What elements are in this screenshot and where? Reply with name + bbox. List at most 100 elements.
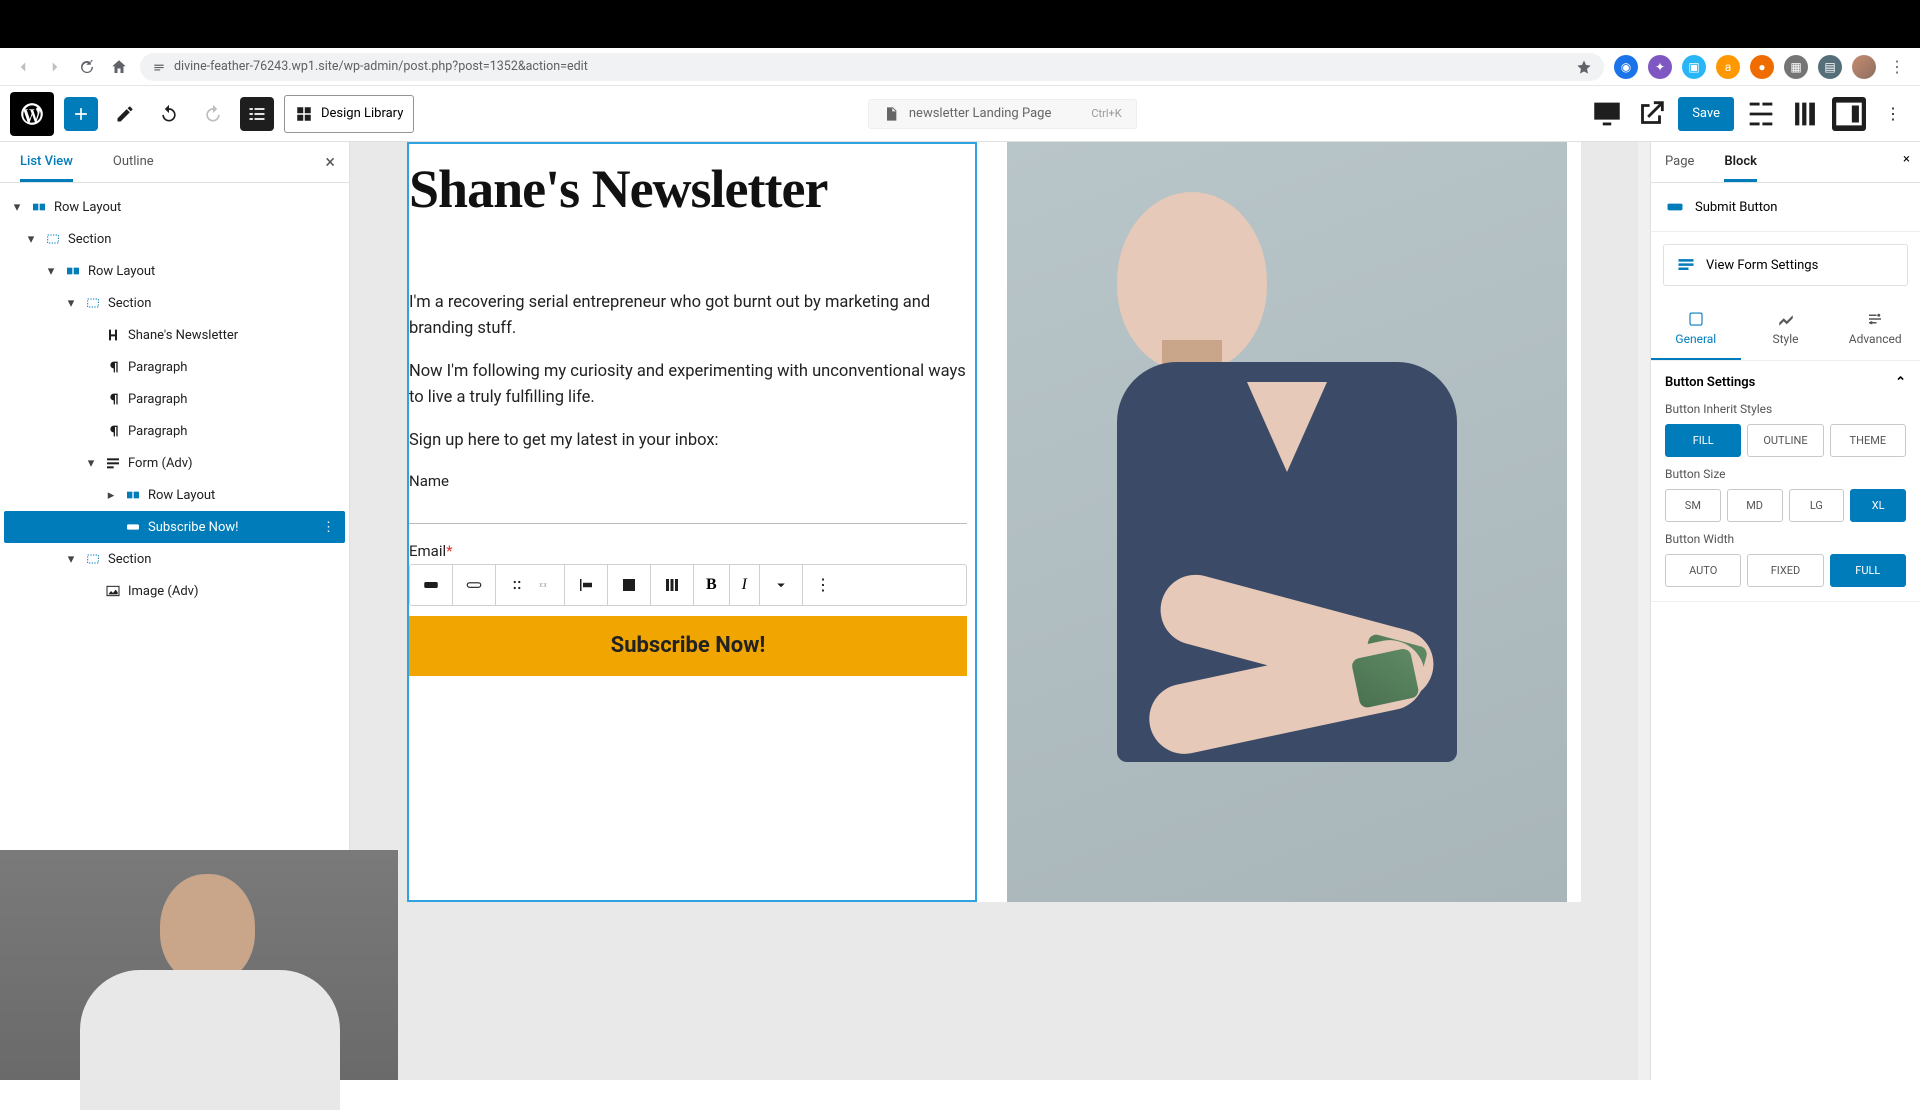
inherit-theme[interactable]: THEME [1830, 424, 1906, 457]
mode-style[interactable]: Style [1741, 298, 1831, 360]
forward-icon[interactable] [44, 56, 66, 78]
tree-item[interactable]: ▸ Row Layout [4, 479, 345, 511]
tree-item[interactable]: Paragraph [4, 415, 345, 447]
tree-item[interactable]: ▾Row Layout [4, 255, 345, 287]
tab-list-view[interactable]: List View [20, 154, 73, 182]
sidebar-toggle-button[interactable] [1832, 97, 1866, 131]
reload-icon[interactable] [76, 56, 98, 78]
tree-chevron-icon[interactable]: ▾ [64, 296, 78, 311]
tree-item[interactable]: Subscribe Now!⋮ [4, 511, 345, 543]
page-heading[interactable]: Shane's Newsletter [409, 158, 967, 220]
tree-item[interactable]: Paragraph [4, 383, 345, 415]
design-library-button[interactable]: Design Library [284, 95, 414, 133]
paragraph-1[interactable]: I'm a recovering serial entrepreneur who… [409, 290, 967, 341]
tree-chevron-icon[interactable]: ▾ [10, 200, 24, 215]
tree-item-options-icon[interactable]: ⋮ [322, 520, 335, 535]
block-toolbar: B I ⋮ [409, 564, 967, 606]
desktop-preview-icon[interactable] [1590, 97, 1624, 131]
tool-width-icon[interactable] [651, 565, 694, 605]
paragraph-3[interactable]: Sign up here to get my latest in your in… [409, 428, 967, 454]
tree-item[interactable]: ▾Section [4, 543, 345, 575]
add-block-button[interactable] [64, 97, 98, 131]
name-label[interactable]: Name [409, 472, 967, 490]
redo-button[interactable] [196, 97, 230, 131]
tab-block[interactable]: Block [1724, 154, 1757, 182]
tool-bold-icon[interactable]: B [694, 565, 730, 605]
tree-chevron-icon[interactable]: ▸ [104, 488, 118, 503]
extension-icon[interactable]: ▦ [1784, 55, 1808, 79]
tree-item[interactable]: ▾Row Layout [4, 191, 345, 223]
paragraph-2[interactable]: Now I'm following my curiosity and exper… [409, 359, 967, 410]
listview-button[interactable] [240, 97, 274, 131]
tool-image-icon[interactable] [608, 565, 651, 605]
profile-avatar[interactable] [1852, 55, 1876, 79]
editor-canvas[interactable]: Shane's Newsletter I'm a recovering seri… [350, 142, 1638, 1080]
canvas-scrollbar[interactable] [1638, 142, 1650, 1080]
tree-item[interactable]: ▾Section [4, 223, 345, 255]
tree-item[interactable]: Shane's Newsletter [4, 319, 345, 351]
subscribe-button[interactable]: Subscribe Now! [409, 616, 967, 676]
save-button[interactable]: Save [1678, 97, 1734, 131]
tool-more-icon[interactable]: ⋮ [803, 565, 843, 605]
back-icon[interactable] [12, 56, 34, 78]
name-input[interactable] [409, 494, 967, 524]
tree-item[interactable]: Image (Adv) [4, 575, 345, 607]
view-form-settings-button[interactable]: View Form Settings [1663, 244, 1908, 286]
size-xl[interactable]: XL [1850, 489, 1906, 522]
tree-chevron-icon[interactable]: ▾ [84, 456, 98, 471]
mode-general[interactable]: General [1651, 298, 1741, 360]
button-settings-header[interactable]: Button Settings ⌃ [1665, 375, 1906, 390]
tab-page[interactable]: Page [1665, 154, 1694, 182]
inherit-fill[interactable]: FILL [1665, 424, 1741, 457]
close-panel-icon[interactable]: × [325, 152, 335, 173]
url-text: divine-feather-76243.wp1.site/wp-admin/p… [174, 59, 588, 74]
tree-block-icon [44, 230, 62, 248]
tree-item[interactable]: ▾Form (Adv) [4, 447, 345, 479]
content-right-column[interactable] [1007, 142, 1581, 902]
inherit-label: Button Inherit Styles [1665, 402, 1906, 416]
kadence-settings-icon[interactable] [1744, 97, 1778, 131]
tool-align-icon[interactable] [565, 565, 608, 605]
browser-menu-icon[interactable]: ⋮ [1886, 56, 1908, 78]
wp-logo-icon[interactable] [10, 92, 54, 136]
tool-move-controls[interactable] [496, 565, 565, 605]
tree-chevron-icon[interactable]: ▾ [64, 552, 78, 567]
tool-parent-icon[interactable] [453, 565, 496, 605]
tree-label: Row Layout [148, 488, 215, 503]
tree-item[interactable]: Paragraph [4, 351, 345, 383]
tool-chevron-down-icon[interactable] [760, 565, 803, 605]
content-left-column[interactable]: Shane's Newsletter I'm a recovering seri… [407, 142, 977, 902]
tree-chevron-icon[interactable]: ▾ [24, 232, 38, 247]
extension-icon[interactable]: ● [1750, 55, 1774, 79]
edit-tool-icon[interactable] [108, 97, 142, 131]
tree-chevron-icon[interactable]: ▾ [44, 264, 58, 279]
tool-block-type-icon[interactable] [410, 565, 453, 605]
extension-icon[interactable]: ▣ [1682, 55, 1706, 79]
view-page-icon[interactable] [1634, 97, 1668, 131]
document-title-button[interactable]: newsletter Landing Page Ctrl+K [868, 99, 1137, 129]
extension-icon[interactable]: ✦ [1648, 55, 1672, 79]
email-label[interactable]: Email* [409, 542, 967, 560]
bookmark-star-icon[interactable] [1576, 59, 1592, 75]
page-settings-icon[interactable] [1788, 97, 1822, 131]
width-fixed[interactable]: FIXED [1747, 554, 1823, 587]
hero-image[interactable] [1007, 142, 1567, 902]
undo-button[interactable] [152, 97, 186, 131]
tree-item[interactable]: ▾Section [4, 287, 345, 319]
extension-icon[interactable]: ▤ [1818, 55, 1842, 79]
size-lg[interactable]: LG [1789, 489, 1845, 522]
options-menu-icon[interactable]: ⋮ [1876, 97, 1910, 131]
extension-icon[interactable]: a [1716, 55, 1740, 79]
extension-icon[interactable]: ◉ [1614, 55, 1638, 79]
size-md[interactable]: MD [1727, 489, 1783, 522]
size-sm[interactable]: SM [1665, 489, 1721, 522]
tool-italic-icon[interactable]: I [730, 565, 760, 605]
close-sidebar-icon[interactable]: × [1903, 152, 1910, 167]
inherit-outline[interactable]: OUTLINE [1747, 424, 1823, 457]
tab-outline[interactable]: Outline [113, 154, 154, 182]
width-auto[interactable]: AUTO [1665, 554, 1741, 587]
url-bar[interactable]: divine-feather-76243.wp1.site/wp-admin/p… [140, 53, 1604, 81]
width-full[interactable]: FULL [1830, 554, 1906, 587]
home-icon[interactable] [108, 56, 130, 78]
mode-advanced[interactable]: Advanced [1830, 298, 1920, 360]
